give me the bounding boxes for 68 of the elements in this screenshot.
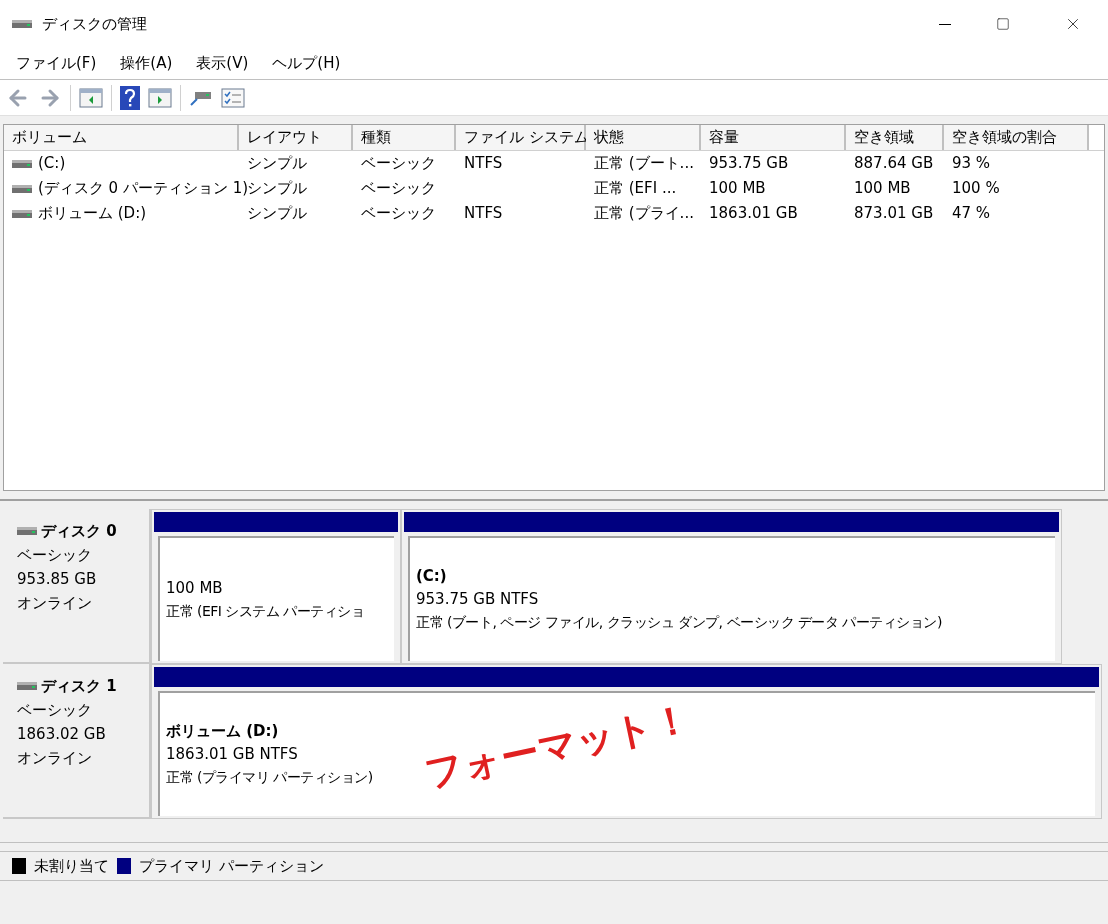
window-title: ディスクの管理 bbox=[42, 13, 147, 35]
checklist-icon[interactable] bbox=[221, 87, 245, 108]
disk-type: ベーシック bbox=[17, 700, 93, 721]
partition-panel[interactable]: ボリューム (D:) 1863.01 GB NTFS 正常 (プライマリ パーティション) フォーマット！ bbox=[158, 691, 1095, 816]
disk-status: オンライン bbox=[17, 593, 93, 614]
panel-icon[interactable] bbox=[148, 87, 172, 108]
menu-item[interactable]: ファイル(F) bbox=[6, 48, 107, 79]
table-cell-text: 93 % bbox=[952, 153, 991, 175]
table-cell-text: シンプル bbox=[247, 203, 307, 225]
column-header[interactable]: 容量 bbox=[701, 125, 846, 150]
disk-status: オンライン bbox=[17, 748, 93, 769]
table-cell-text: 1863.01 GB bbox=[709, 203, 798, 225]
table-cell-text: 953.75 GB bbox=[709, 153, 789, 175]
disk-size: 1863.02 GB bbox=[17, 724, 107, 745]
disk-size: 953.85 GB bbox=[17, 569, 98, 590]
minimize-icon bbox=[939, 23, 951, 25]
table-cell-text: 100 MB bbox=[854, 178, 911, 200]
panel-icon[interactable] bbox=[79, 87, 103, 108]
partition-size: 953.75 GB NTFS bbox=[416, 589, 539, 610]
table-cell-text: シンプル bbox=[247, 153, 307, 175]
column-header[interactable]: 種類 bbox=[353, 125, 456, 150]
column-header[interactable]: 状態 bbox=[586, 125, 701, 150]
menu-item[interactable]: 操作(A) bbox=[110, 48, 183, 79]
table-cell-text: (ディスク 0 パーティション 1) bbox=[38, 178, 249, 200]
partition-status: 正常 (EFI システム パーティショ bbox=[166, 601, 365, 621]
table-cell-text: 正常 (EFI ... bbox=[594, 178, 677, 200]
drive-icon bbox=[17, 681, 37, 691]
app-icon bbox=[12, 19, 32, 29]
partition-label: (C:) bbox=[416, 566, 447, 587]
partition-label: ボリューム (D:) bbox=[166, 721, 279, 742]
table-cell-text: (C:) bbox=[38, 153, 66, 175]
disk-name: ディスク 0 bbox=[41, 521, 117, 542]
column-header[interactable]: 空き領域の割合 bbox=[944, 125, 1089, 150]
partition-size: 1863.01 GB NTFS bbox=[166, 744, 298, 765]
legend-label: 未割り当て bbox=[34, 855, 109, 877]
partition-size: 100 MB bbox=[166, 577, 223, 599]
column-header[interactable]: ボリューム bbox=[4, 125, 239, 150]
drive-icon bbox=[12, 208, 32, 219]
table-cell-text: 100 MB bbox=[709, 178, 766, 200]
partition-status: 正常 (ブート, ページ ファイル, クラッシュ ダンプ, ベーシック データ パーティション) bbox=[416, 613, 942, 632]
menu-item[interactable]: ヘルプ(H) bbox=[262, 48, 351, 79]
table-cell-text: 正常 (ブート... bbox=[594, 153, 694, 175]
table-cell-text: 100 % bbox=[952, 178, 1000, 200]
disk-name: ディスク 1 bbox=[41, 676, 117, 697]
table-cell-text: 正常 (プライ... bbox=[594, 203, 694, 225]
table-cell-text: ベーシック bbox=[361, 203, 436, 225]
partition-status: 正常 (プライマリ パーティション) bbox=[166, 768, 373, 787]
table-cell-text: ボリューム (D:) bbox=[38, 203, 147, 225]
table-cell-text: シンプル bbox=[247, 178, 307, 200]
drive-icon bbox=[12, 183, 32, 194]
partition-panel[interactable]: (C:) 953.75 GB NTFS 正常 (ブート, ページ ファイル, クラッシュ ダンプ, ベーシック データ パーティション) bbox=[408, 536, 1055, 661]
table-cell-text: ベーシック bbox=[361, 178, 436, 200]
drive-icon bbox=[12, 158, 32, 169]
table-cell-text: ベーシック bbox=[361, 153, 436, 175]
drive-icon bbox=[17, 526, 37, 536]
table-cell-text: NTFS bbox=[464, 203, 503, 225]
menu-item[interactable]: 表示(V) bbox=[186, 48, 259, 79]
partition-panel[interactable]: 100 MB 正常 (EFI システム パーティショ bbox=[158, 536, 394, 661]
table-cell-text: 47 % bbox=[952, 203, 991, 225]
column-header[interactable]: レイアウト bbox=[239, 125, 353, 150]
help-icon[interactable] bbox=[120, 85, 140, 110]
table-cell-text: NTFS bbox=[464, 153, 503, 175]
legend-label: プライマリ パーティション bbox=[139, 855, 324, 877]
table-cell-text: 887.64 GB bbox=[854, 153, 934, 175]
maximize-icon bbox=[996, 17, 1010, 31]
disk-type: ベーシック bbox=[17, 545, 93, 566]
column-header[interactable]: 空き領域 bbox=[846, 125, 944, 150]
table-cell-text: 873.01 GB bbox=[854, 203, 934, 225]
